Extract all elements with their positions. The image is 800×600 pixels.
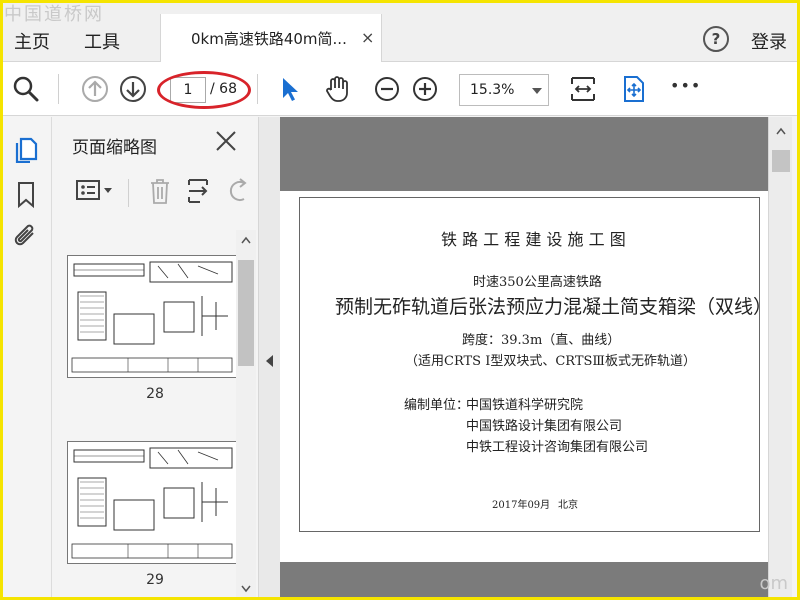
page-thumbnail[interactable]	[67, 255, 237, 378]
thumbnail-page-number: 28	[146, 386, 164, 402]
doc-compiler: 中国铁路设计集团有限公司	[466, 419, 623, 434]
previous-page-icon[interactable]	[80, 74, 110, 104]
doc-subtitle: 时速350公里高速铁路	[473, 275, 602, 290]
search-icon[interactable]	[11, 74, 41, 104]
login-button[interactable]: 登录	[751, 28, 787, 54]
delete-page-icon[interactable]	[147, 175, 173, 207]
panel-title: 页面缩略图	[72, 138, 157, 158]
doc-heading: 铁 路 工 程 建 设 施 工 图	[441, 230, 626, 249]
rotate-page-icon[interactable]	[228, 175, 248, 207]
watermark: 中国道桥网	[4, 4, 104, 25]
more-options-icon[interactable]: •••	[670, 76, 701, 95]
zoom-value: 15.3%	[470, 82, 515, 98]
watermark-corner: om	[759, 573, 788, 594]
next-page-icon[interactable]	[118, 74, 148, 104]
left-navigation-strip	[0, 117, 52, 600]
panel-divider	[128, 179, 129, 207]
chevron-down-icon	[532, 88, 542, 94]
panel-collapse-handle[interactable]	[258, 117, 280, 600]
doc-span: 跨度：39.3m（直、曲线）	[462, 333, 621, 348]
zoom-select[interactable]: 15.3%	[459, 74, 549, 106]
zoom-out-icon[interactable]	[372, 74, 402, 104]
toolbar-divider	[58, 74, 59, 104]
thumbnail-options-icon[interactable]	[76, 175, 116, 207]
scroll-up-icon[interactable]	[776, 127, 786, 135]
menu-home[interactable]: 主页	[14, 28, 50, 54]
doc-city: 北京	[558, 500, 578, 511]
fit-page-icon[interactable]	[568, 74, 598, 104]
full-screen-icon[interactable]	[618, 74, 648, 104]
page-thumbnail[interactable]	[67, 441, 237, 564]
menu-tools[interactable]: 工具	[84, 28, 120, 54]
zoom-in-icon[interactable]	[410, 74, 440, 104]
tab-title: 0km高速铁路40m简...	[191, 30, 347, 48]
menu-bar: 主页 工具 0km高速铁路40m简... × ? 登录	[0, 0, 800, 63]
tab-close-icon[interactable]: ×	[361, 28, 374, 47]
doc-date: 2017年09月	[492, 500, 551, 511]
toolbar: 1 / 68 15.3% •••	[0, 62, 800, 116]
annotation-ellipse	[157, 71, 251, 109]
doc-title: 预制无砟轨道后张法预应力混凝土简支箱梁（双线）	[335, 296, 773, 318]
page-border: 铁 路 工 程 建 设 施 工 图 时速350公里高速铁路 预制无砟轨道后张法预…	[299, 197, 772, 532]
doc-compiler: 中铁工程设计咨询集团有限公司	[466, 440, 649, 455]
thumbnail-drawing	[71, 447, 233, 559]
page-thumbnails-icon[interactable]	[11, 133, 41, 163]
scroll-down-icon[interactable]	[241, 585, 251, 593]
doc-applicability: （适用CRTS Ⅰ型双块式、CRTSⅢ板式无砟轨道）	[405, 354, 696, 369]
scroll-up-icon[interactable]	[241, 236, 251, 244]
document-tab[interactable]: 0km高速铁路40m简... ×	[160, 14, 382, 63]
thumbnail-page-number: 29	[146, 572, 164, 588]
document-view[interactable]: 铁 路 工 程 建 设 施 工 图 时速350公里高速铁路 预制无砟轨道后张法预…	[280, 117, 772, 600]
close-icon[interactable]	[214, 129, 238, 153]
doc-compiler: 中国铁道科学研究院	[466, 398, 584, 413]
hand-tool-icon[interactable]	[322, 74, 352, 104]
help-icon[interactable]: ?	[703, 26, 729, 52]
bookmark-icon[interactable]	[11, 179, 41, 209]
insert-page-icon[interactable]	[186, 175, 214, 207]
select-cursor-icon[interactable]	[275, 74, 305, 104]
thumbnail-scrollbar[interactable]	[236, 230, 256, 600]
thumbnail-panel: 页面缩略图 28 29	[52, 117, 258, 600]
toolbar-divider	[257, 74, 258, 104]
thumbnail-scrollbar-thumb[interactable]	[238, 260, 254, 366]
doc-compiler-label: 编制单位：	[404, 398, 470, 413]
thumbnail-drawing	[71, 261, 233, 373]
collapse-arrow-icon	[266, 355, 273, 367]
attachment-icon[interactable]	[11, 221, 41, 251]
document-scrollbar-thumb[interactable]	[772, 150, 790, 172]
pdf-page: 铁 路 工 程 建 设 施 工 图 时速350公里高速铁路 预制无砟轨道后张法预…	[280, 191, 772, 562]
document-scrollbar[interactable]	[768, 117, 792, 600]
